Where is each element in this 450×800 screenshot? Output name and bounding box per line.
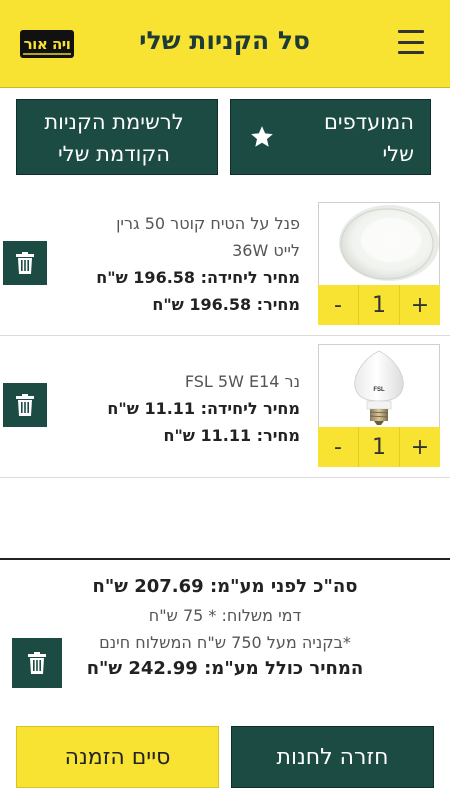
unit-price: מחיר ליחידה: 196.58 ש"ח — [96, 268, 300, 287]
finish-order-button[interactable]: סיים הזמנה — [16, 726, 219, 788]
hamburger-menu-icon[interactable] — [398, 30, 424, 54]
order-summary: סה"כ לפני מע"מ: 207.69 ש"ח דמי משלוח: * … — [0, 558, 450, 698]
trash-icon — [16, 394, 34, 416]
previous-list-button[interactable]: לרשימת הקניות הקודמת שלי — [16, 99, 218, 175]
brand-logo[interactable]: ויה אור — [20, 30, 74, 58]
product-name[interactable]: פנל על הטיח קוטר 50 גרין לייט 36W — [90, 210, 300, 264]
product-info: נר FSL 5W E14 מחיר ליחידה: 11.11 ש"ח מחי… — [90, 368, 300, 449]
app-header: סל הקניות שלי ויה אור — [0, 0, 450, 88]
increase-quantity-button[interactable]: + — [399, 285, 440, 325]
quantity-stepper[interactable]: - 1 + — [318, 285, 440, 325]
free-shipping-note: *בקניה מעל 750 ש"ח המשלוח חינם — [99, 633, 351, 652]
decrease-quantity-button[interactable]: - — [318, 427, 359, 467]
quantity-value: 1 — [372, 292, 386, 318]
delete-item-button[interactable] — [3, 383, 47, 427]
product-image-bulb[interactable]: FSL — [318, 344, 440, 428]
clear-cart-button[interactable] — [12, 638, 62, 688]
product-image-panel-light[interactable] — [318, 202, 440, 286]
favorites-button-label: המועדפים שלי — [323, 110, 414, 166]
item-price: מחיר: 196.58 ש"ח — [152, 295, 300, 314]
quantity-value: 1 — [372, 434, 386, 460]
previous-list-button-label: לרשימת הקניות הקודמת שלי — [44, 110, 184, 166]
round-panel-light-image — [339, 205, 439, 281]
increase-quantity-button[interactable]: + — [399, 427, 440, 467]
decrease-quantity-button[interactable]: - — [318, 285, 359, 325]
led-bulb-image: FSL — [354, 350, 404, 425]
cart-item: - 1 + פנל על הטיח קוטר 50 גרין לייט 36W … — [0, 190, 450, 336]
product-name[interactable]: נר FSL 5W E14 — [90, 368, 300, 395]
trash-icon — [28, 652, 46, 674]
favorites-button[interactable]: המועדפים שלי — [230, 99, 431, 175]
cart-item: FSL - 1 + נר FSL 5W E14 מחיר ליחידה: 11.… — [0, 336, 450, 478]
item-price: מחיר: 11.11 ש"ח — [163, 426, 300, 445]
total-before-vat: סה"כ לפני מע"מ: 207.69 ש"ח — [92, 576, 358, 597]
quantity-stepper[interactable]: - 1 + — [318, 427, 440, 467]
trash-icon — [16, 252, 34, 274]
page-title: סל הקניות שלי — [139, 26, 310, 55]
delete-item-button[interactable] — [3, 241, 47, 285]
star-icon — [251, 126, 273, 147]
shipping-cost: דמי משלוח: * 75 ש"ח — [148, 606, 302, 625]
unit-price: מחיר ליחידה: 11.11 ש"ח — [107, 399, 300, 418]
back-to-store-button[interactable]: חזרה לחנות — [231, 726, 434, 788]
product-info: פנל על הטיח קוטר 50 גרין לייט 36W מחיר ל… — [90, 210, 300, 318]
logo-text: ויה אור — [23, 35, 71, 53]
total-with-vat: המחיר כולל מע"מ: 242.99 ש"ח — [86, 658, 364, 679]
bulb-brand-text: FSL — [373, 387, 385, 393]
